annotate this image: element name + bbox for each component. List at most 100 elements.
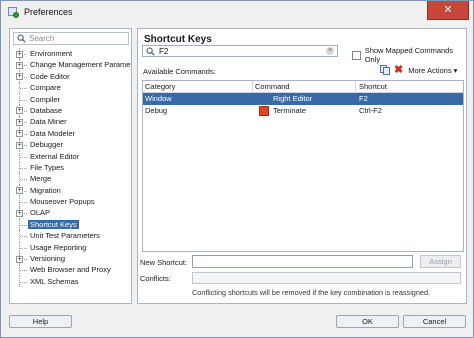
tree-item-label: Unit Test Parameters [30,231,100,241]
cell-shortcut: F2 [359,94,368,103]
tree-item-label: Web Browser and Proxy [30,265,111,275]
table-row[interactable]: Debug Terminate Ctrl-F2 [143,105,463,117]
preferences-dialog: Preferences ✕ + Environment + Change Manage… [0,0,474,338]
table-body: Window Right Editor F2 Debug Terminate Ctrl-F… [143,93,463,117]
expand-icon[interactable]: + [16,255,23,263]
expand-icon[interactable]: + [16,187,23,195]
tree-item-label: Usage Reporting [30,242,87,252]
tree-item[interactable]: XML Schemas [10,275,131,288]
tree-item[interactable]: Usage Reporting [10,241,131,254]
title-bar: Preferences ✕ [1,1,473,23]
tree-item[interactable]: Shortcut Keys [10,218,131,231]
cell-category: Window [145,94,172,103]
shortcut-keys-panel: Shortcut Keys F2 × Show Mapped Commands … [137,28,467,304]
new-shortcut-label: New Shortcut: [140,258,188,267]
tree-item-label: Versioning [30,254,66,264]
assign-button[interactable]: Assign [420,255,461,268]
category-search-input[interactable] [29,34,124,43]
checkbox-box[interactable] [352,50,361,60]
tree-item[interactable]: + Data Miner [10,116,131,128]
tree-connector [20,88,27,90]
tree-connector [20,167,27,169]
search-icon [146,46,155,56]
tree-item-label: Shortcut Keys [28,219,79,229]
show-mapped-label: Show Mapped Commands Only [364,46,454,64]
tree-item[interactable]: + Database [10,104,131,117]
tree-item[interactable]: Web Browser and Proxy [10,264,131,276]
tree-item[interactable]: + Environment [10,48,131,60]
category-tree: + Environment + Change Management Paramet + C… [10,48,131,288]
expand-icon[interactable]: + [16,141,23,149]
table-header: Category Command Shortcut [143,81,463,93]
tree-item[interactable]: + Debugger [10,139,131,151]
tree-item-label: OLAP [30,208,51,218]
help-button[interactable]: Help [9,315,72,328]
tree-connector [20,247,27,249]
tree-item-label: XML Schemas [30,276,79,286]
tree-item[interactable]: + Change Management Paramet [10,59,131,71]
tree-item-label: Data Modeler [30,128,76,138]
tree-item-label: Database [30,105,63,115]
column-header-category[interactable]: Category [143,81,253,92]
tree-item[interactable]: + Data Modeler [10,127,131,140]
commands-table: Category Command Shortcut Window Right Ed… [142,80,464,252]
tree-item-label: Environment [30,49,73,58]
panel-title: Shortcut Keys [144,34,212,45]
preferences-app-icon [8,6,19,18]
column-header-shortcut[interactable]: Shortcut [356,81,463,92]
tree-item[interactable]: + OLAP [10,207,131,219]
shortcut-filter-box[interactable]: F2 × [142,45,338,57]
delete-icon[interactable]: ✖ [394,65,403,76]
duplicate-icon[interactable] [380,65,390,75]
tree-connector [20,236,27,238]
tree-item-label: Compiler [30,94,61,104]
expand-icon[interactable]: + [16,50,23,58]
tree-connector [20,281,27,283]
table-row[interactable]: Window Right Editor F2 [143,93,463,105]
expand-icon[interactable]: + [16,118,23,126]
new-shortcut-input[interactable] [192,255,413,268]
category-search-box[interactable] [13,32,129,45]
tree-item-label: Mouseover Popups [30,197,95,207]
tree-item[interactable]: Mouseover Popups [10,196,131,208]
expand-icon[interactable]: + [16,61,23,69]
ok-button[interactable]: OK [336,315,399,328]
shortcut-filter-value[interactable]: F2 [159,47,168,56]
cell-category: Debug [145,106,168,115]
cancel-button[interactable]: Cancel [403,315,466,328]
conflicts-label: Conflicts: [140,274,171,283]
tree-item[interactable]: Compare [10,82,131,94]
tree-item-label: Compare [30,83,61,93]
expand-icon[interactable]: + [16,130,23,138]
expand-icon[interactable]: + [16,73,23,81]
search-icon [17,34,26,43]
tree-item[interactable]: Unit Test Parameters [10,230,131,242]
column-header-command[interactable]: Command [253,81,356,92]
cell-command: Terminate [253,105,356,117]
conflict-note: Conflicting shortcuts will be removed if… [192,288,431,297]
expand-icon[interactable]: + [16,107,23,115]
tree-item-label: Debugger [30,140,63,150]
cell-command: Right Editor [253,93,356,105]
close-button[interactable]: ✕ [427,1,469,20]
tree-item[interactable]: + Migration [10,184,131,197]
show-mapped-commands-checkbox[interactable]: Show Mapped Commands Only [352,46,466,64]
tree-item-label: File Types [30,162,65,172]
more-actions-menu[interactable]: More Actions ▾ [408,66,457,75]
tree-item-label: Migration [30,185,61,195]
cell-shortcut: Ctrl-F2 [359,106,382,115]
tree-item[interactable]: + Code Editor [10,70,131,83]
terminate-icon [259,106,269,116]
tree-item[interactable]: Compiler [10,93,131,105]
tree-item[interactable]: File Types [10,161,131,174]
expand-icon[interactable]: + [16,209,23,217]
command-label: Right Editor [273,94,313,103]
tree-item[interactable]: External Editor [10,150,131,162]
tree-item[interactable]: Merge [10,173,131,185]
clear-filter-icon[interactable]: × [326,47,334,55]
tree-item[interactable]: + Versioning [10,253,131,265]
table-toolbar: ✖ More Actions ▾ [380,65,457,76]
available-commands-label: Available Commands: [143,67,216,76]
tree-connector [20,156,27,158]
categories-panel: + Environment + Change Management Paramet + C… [9,28,132,304]
